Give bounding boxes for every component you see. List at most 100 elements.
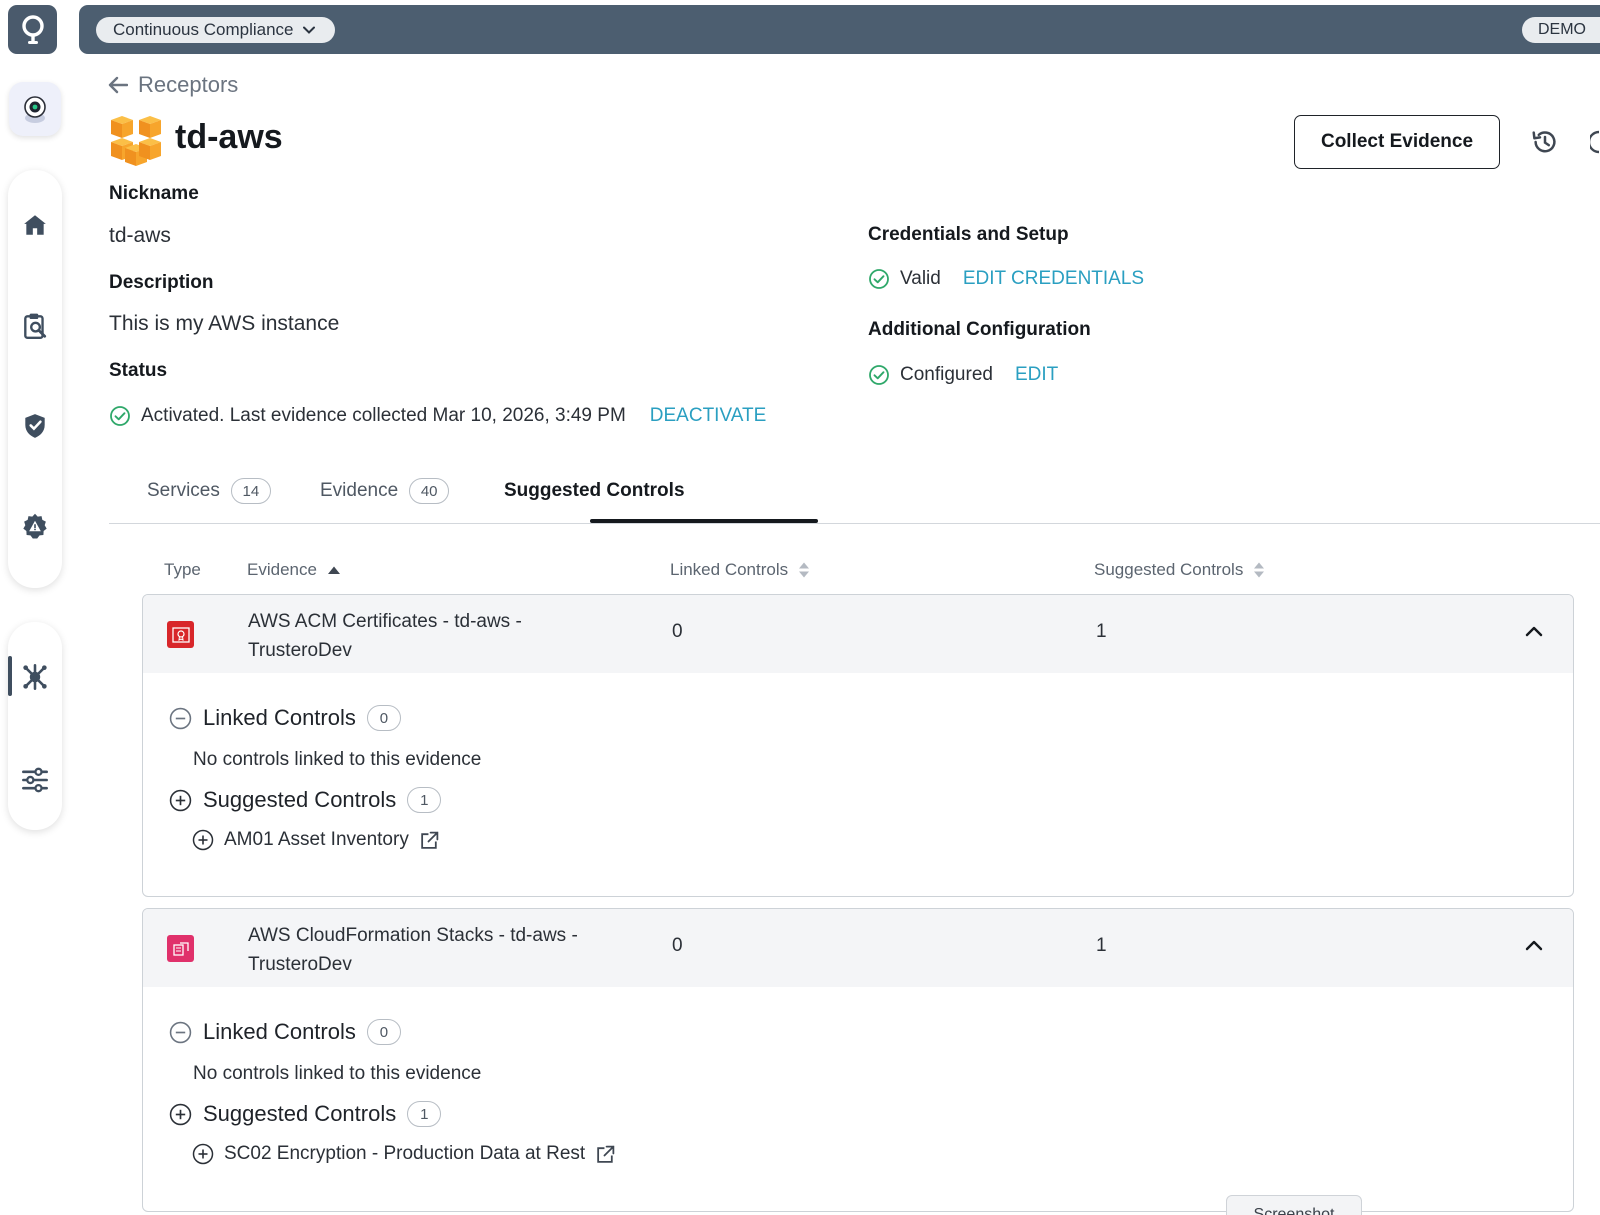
chevron-down-icon [302,26,315,34]
active-nav-indicator [8,656,12,696]
column-header-linked-controls[interactable]: Linked Controls [670,560,810,580]
evidence-row-card: AWS ACM Certificates - td-aws - Trustero… [142,594,1574,897]
evidence-name[interactable]: AWS CloudFormation Stacks - td-aws - Tru… [248,921,608,979]
link-control-button[interactable] [192,1143,214,1165]
open-control-link[interactable] [419,830,440,851]
history-button[interactable] [1530,127,1560,162]
linked-controls-section: Linked Controls 0 [169,705,401,731]
aws-cloudformation-icon [172,941,189,956]
nav-controls[interactable] [8,406,62,446]
open-control-link[interactable] [595,1144,616,1165]
logo-icon [21,14,44,44]
edit-config-link[interactable]: EDIT [1015,364,1058,386]
tab-bar: Services 14 Evidence 40 Suggested Contro… [109,478,1600,524]
nickname-label: Nickname [109,183,199,204]
workspace-label: Continuous Compliance [113,20,294,39]
description-value: This is my AWS instance [109,312,340,335]
primary-nav [8,170,62,588]
linked-controls-section: Linked Controls 0 [169,1019,401,1045]
section-count: 0 [366,705,401,731]
clipboard-search-icon [24,313,47,340]
secondary-nav [8,622,62,830]
arrow-left-icon [108,76,128,94]
table-row[interactable]: AWS ACM Certificates - td-aws - Trustero… [143,595,1573,673]
chevron-up-icon[interactable] [1524,938,1544,952]
suggested-control-item: AM01 Asset Inventory [192,829,440,851]
column-label: Type [164,560,201,579]
collect-evidence-button[interactable]: Collect Evidence [1294,115,1500,169]
status-label: Status [109,360,168,381]
status-row: Activated. Last evidence collected Mar 1… [109,405,766,427]
expand-button[interactable] [169,1103,192,1126]
collapse-button[interactable] [169,1021,192,1044]
control-name: SC02 Encryption - Production Data at Res… [224,1143,586,1164]
assistant-button[interactable] [9,82,61,136]
refresh-button[interactable] [1587,127,1600,162]
plus-circle-icon [169,789,192,811]
expand-button[interactable] [169,789,192,812]
nav-risk[interactable] [8,506,62,546]
check-circle-icon [110,406,130,426]
description-label: Description [109,272,214,293]
environment-badge[interactable]: DEMO [1522,17,1600,43]
additional-config-value: Configured [900,364,993,385]
credentials-value: Valid [900,268,941,289]
section-title: Suggested Controls [203,1101,397,1126]
top-bar: Continuous Compliance DEMO [79,5,1600,54]
chevron-up-icon[interactable] [1524,624,1544,638]
suggested-controls-count: 1 [1096,935,1107,956]
nav-receptors[interactable] [8,657,62,697]
tab-suggested-controls[interactable]: Suggested Controls [504,480,685,524]
column-header-type[interactable]: Type [164,560,201,580]
assistant-bot-icon [24,96,46,123]
edit-credentials-link[interactable]: EDIT CREDENTIALS [963,268,1144,290]
column-label: Evidence [247,560,317,579]
deactivate-link[interactable]: DEACTIVATE [650,405,766,427]
integrations-hub-icon [23,664,47,690]
empty-linked-message: No controls linked to this evidence [193,749,482,770]
linked-controls-count: 0 [672,935,683,956]
additional-config-label: Additional Configuration [868,319,1091,340]
external-link-icon [597,1145,615,1163]
shield-check-icon [25,414,45,438]
workspace-selector[interactable]: Continuous Compliance [96,17,335,43]
nav-audits[interactable] [8,306,62,346]
evidence-name[interactable]: AWS ACM Certificates - td-aws - Trustero… [248,607,608,665]
sort-icon [799,562,810,578]
sort-icon [1254,562,1265,578]
plus-circle-icon [192,829,214,851]
link-control-button[interactable] [192,829,214,851]
sort-ascending-icon [327,566,340,574]
back-to-receptors[interactable]: Receptors [108,72,238,98]
back-label: Receptors [138,72,239,97]
collapse-button[interactable] [169,707,192,730]
credentials-row: Valid EDIT CREDENTIALS [868,268,1144,290]
settings-sliders-icon [22,767,48,793]
linked-controls-count: 0 [672,621,683,642]
table-row[interactable]: AWS CloudFormation Stacks - td-aws - Tru… [143,909,1573,987]
tab-services[interactable]: Services 14 [147,478,271,524]
section-title: Linked Controls [203,1019,356,1044]
aws-cubes-icon [111,116,161,166]
tab-label: Services [147,480,220,501]
credentials-label: Credentials and Setup [868,224,1069,245]
plus-circle-icon [169,1103,192,1125]
section-title: Linked Controls [203,705,356,730]
status-value: Activated. Last evidence collected Mar 1… [141,405,626,426]
section-count: 0 [366,1019,401,1045]
suggested-controls-section: Suggested Controls 1 [169,1101,442,1127]
suggested-controls-section: Suggested Controls 1 [169,787,442,813]
column-header-evidence[interactable]: Evidence [247,560,341,580]
active-tab-indicator [590,519,818,523]
app-logo[interactable] [8,5,57,54]
aws-acm-icon [171,626,190,643]
screenshot-tab[interactable]: Screenshot [1226,1195,1362,1215]
column-header-suggested-controls[interactable]: Suggested Controls [1094,560,1265,580]
section-count: 1 [407,1101,442,1127]
tab-evidence[interactable]: Evidence 40 [320,478,450,524]
nav-home[interactable] [8,205,62,245]
plus-circle-icon [192,1143,214,1165]
suggested-controls-count: 1 [1096,621,1107,642]
check-circle-icon [869,269,889,289]
nav-settings[interactable] [8,760,62,800]
